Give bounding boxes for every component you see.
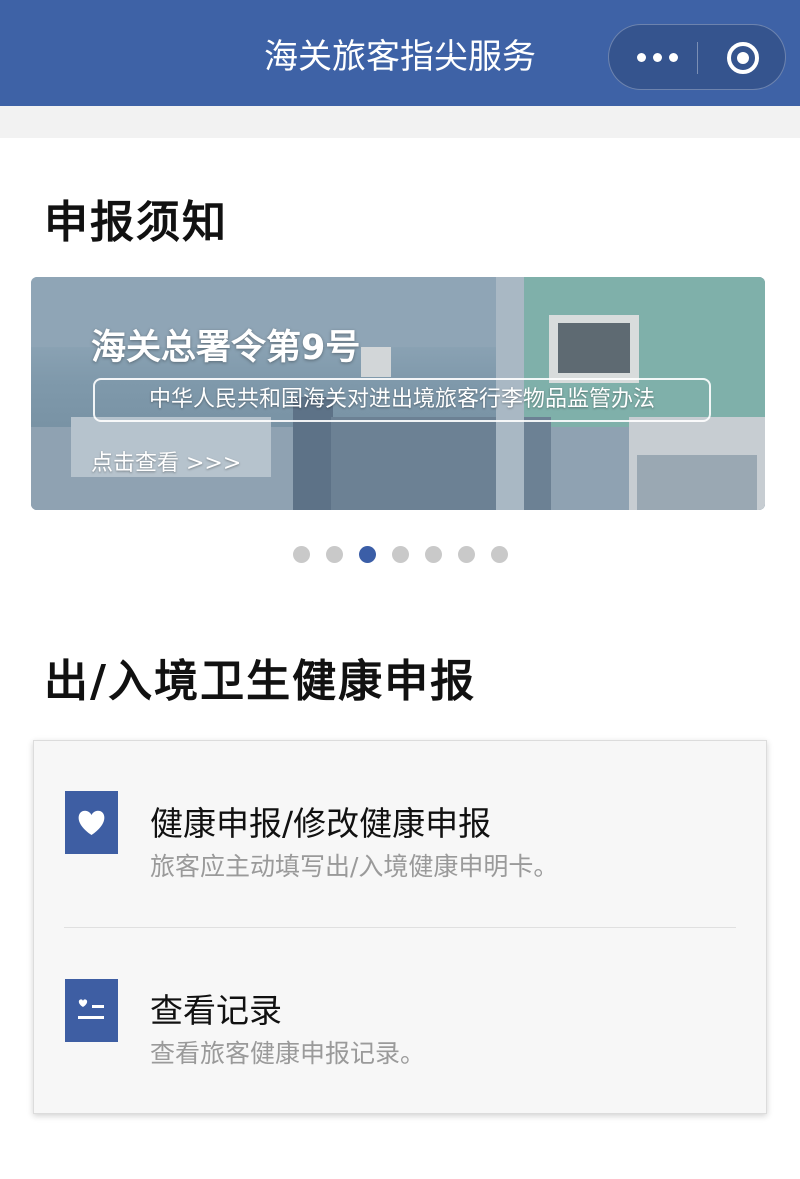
more-icon[interactable] [631, 25, 691, 89]
heart-icon [65, 791, 118, 854]
carousel-dot[interactable] [491, 546, 508, 563]
health-declare-item[interactable]: 健康申报/修改健康申报 旅客应主动填写出/入境健康申明卡。 [34, 741, 766, 927]
header-separator [0, 106, 800, 138]
carousel-dot[interactable] [458, 546, 475, 563]
carousel-indicator [293, 546, 513, 564]
record-list-icon [65, 979, 118, 1042]
view-records-desc: 查看旅客健康申报记录。 [150, 1039, 426, 1068]
banner-heading: 海关总署令第9号 [91, 328, 361, 368]
view-records-title: 查看记录 [150, 991, 282, 1030]
target-close-icon[interactable] [726, 41, 760, 75]
view-records-item[interactable]: 查看记录 查看旅客健康申报记录。 [34, 928, 766, 1114]
carousel-dot[interactable] [326, 546, 343, 563]
carousel-dot[interactable] [359, 546, 376, 563]
capsule-divider [697, 42, 698, 74]
banner-view-link[interactable]: 点击查看 >>> [91, 445, 241, 477]
banner-subtitle: 中华人民共和国海关对进出境旅客行李物品监管办法 [93, 378, 711, 422]
health-declare-title: 健康申报/修改健康申报 [150, 804, 492, 843]
health-card: 健康申报/修改健康申报 旅客应主动填写出/入境健康申明卡。 查看记录 查看旅客健… [33, 740, 767, 1114]
carousel-dot[interactable] [392, 546, 409, 563]
notice-banner[interactable]: 海关总署令第9号 中华人民共和国海关对进出境旅客行李物品监管办法 点击查看 >>… [31, 277, 765, 510]
health-declare-desc: 旅客应主动填写出/入境健康申明卡。 [150, 852, 559, 881]
navigation-bar: 海关旅客指尖服务 [0, 0, 800, 106]
mini-program-capsule [608, 24, 786, 90]
carousel-dot[interactable] [293, 546, 310, 563]
notice-section-title: 申报须知 [44, 197, 228, 248]
health-section-title: 出/入境卫生健康申报 [44, 656, 477, 707]
carousel-dot[interactable] [425, 546, 442, 563]
